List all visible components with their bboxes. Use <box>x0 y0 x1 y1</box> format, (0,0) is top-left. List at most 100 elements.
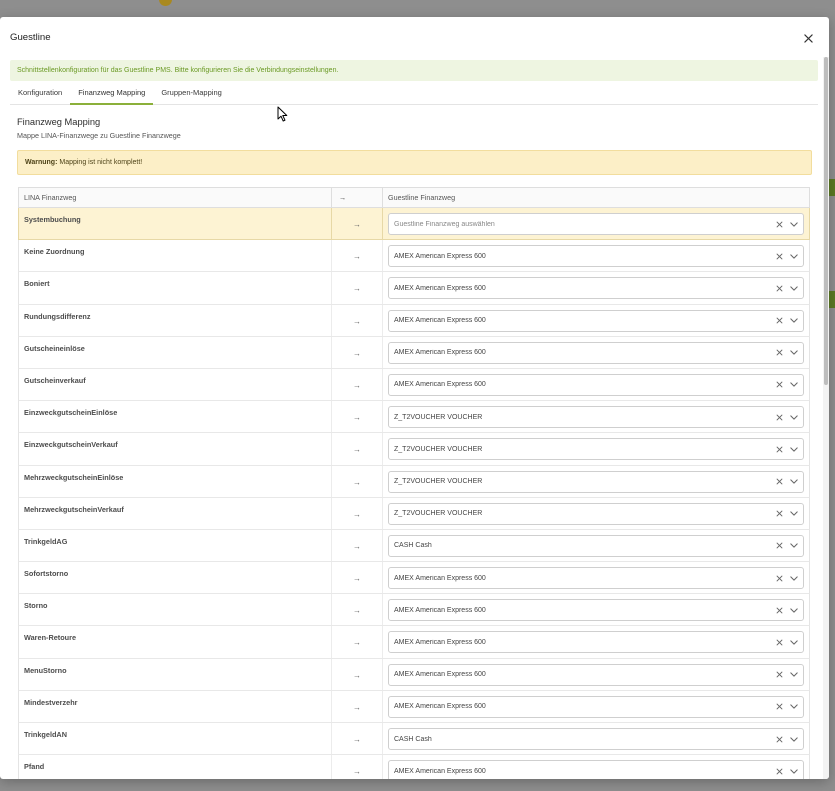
guestline-finanzweg-select[interactable]: AMEX American Express 600 <box>388 309 804 332</box>
chevron-down-icon[interactable] <box>789 316 798 325</box>
clear-icon[interactable] <box>775 606 784 615</box>
guestline-finanzweg-select[interactable]: CASH Cash <box>388 534 804 557</box>
guestline-finanzweg-select[interactable]: AMEX American Express 600 <box>388 631 804 654</box>
clear-icon[interactable] <box>775 735 784 744</box>
mapping-row: Storno → AMEX American Express 600 <box>18 594 810 627</box>
chevron-down-icon[interactable] <box>789 252 798 261</box>
clear-icon[interactable] <box>775 767 784 776</box>
tab-gruppen-mapping[interactable]: Gruppen-Mapping <box>153 83 229 105</box>
chevron-down-icon[interactable] <box>789 574 798 583</box>
mapping-row: Gutscheinverkauf → AMEX American Express 6… <box>18 368 810 402</box>
modal-scrollbar[interactable] <box>823 57 829 779</box>
clear-icon[interactable] <box>775 316 784 325</box>
lina-finanzweg-label: Boniert <box>24 279 50 289</box>
scrollbar-thumb[interactable] <box>824 57 828 385</box>
mapping-row: TrinkgeldAN → CASH Cash <box>18 723 810 756</box>
chevron-down-icon[interactable] <box>789 380 798 389</box>
lina-finanzweg-cell: MenuStorno <box>19 658 332 690</box>
tab-finanzweg-mapping[interactable]: Finanzweg Mapping <box>70 83 154 105</box>
chevron-down-icon[interactable] <box>789 702 798 711</box>
guestline-finanzweg-select[interactable]: Guestline Finanzweg auswählen <box>388 213 804 235</box>
guestline-finanzweg-cell: AMEX American Express 600 <box>383 659 809 690</box>
chevron-down-icon[interactable] <box>789 284 798 293</box>
column-header-lina-finanzweg: LINA Finanzweg <box>19 188 332 207</box>
lina-finanzweg-label: MenuStorno <box>24 665 67 675</box>
close-icon[interactable] <box>804 34 813 43</box>
chevron-down-icon[interactable] <box>789 413 798 422</box>
arrow-cell: → <box>332 433 383 465</box>
arrow-cell: → <box>332 529 383 562</box>
clear-icon[interactable] <box>775 477 784 486</box>
mapping-row: Boniert → AMEX American Express 600 <box>18 272 810 305</box>
selected-value: Z_T2VOUCHER VOUCHER <box>394 445 483 453</box>
chevron-down-icon[interactable] <box>789 477 798 486</box>
mapping-arrow: → <box>353 509 361 519</box>
guestline-finanzweg-select[interactable]: AMEX American Express 600 <box>388 277 804 300</box>
clear-icon[interactable] <box>775 445 784 454</box>
guestline-finanzweg-select[interactable]: AMEX American Express 600 <box>388 567 804 590</box>
tab-konfiguration[interactable]: Konfiguration <box>10 83 70 105</box>
guestline-finanzweg-select[interactable]: Z_T2VOUCHER VOUCHER <box>388 438 804 461</box>
mapping-arrow: → <box>353 413 361 423</box>
lina-finanzweg-cell: Storno <box>19 594 332 626</box>
arrow-cell: → <box>332 626 383 658</box>
guestline-finanzweg-select[interactable]: AMEX American Express 600 <box>388 245 804 268</box>
clear-icon[interactable] <box>775 380 784 389</box>
clear-icon[interactable] <box>775 220 784 229</box>
lina-finanzweg-label: TrinkgeldAN <box>24 730 67 739</box>
clear-icon[interactable] <box>775 509 784 518</box>
arrow-cell: → <box>332 755 383 779</box>
chevron-down-icon[interactable] <box>789 220 798 229</box>
chevron-down-icon[interactable] <box>789 445 798 454</box>
arrow-cell: → <box>332 304 383 336</box>
guestline-finanzweg-select[interactable]: AMEX American Express 600 <box>388 760 804 779</box>
clear-icon[interactable] <box>775 702 784 711</box>
guestline-finanzweg-cell: Guestline Finanzweg auswählen <box>383 208 809 239</box>
guestline-finanzweg-cell: Z_T2VOUCHER VOUCHER <box>383 433 809 464</box>
arrow-cell: → <box>332 723 383 755</box>
chevron-down-icon[interactable] <box>789 735 798 744</box>
guestline-finanzweg-select[interactable]: AMEX American Express 600 <box>388 341 804 364</box>
arrow-cell: → <box>332 465 383 497</box>
mapping-arrow: → <box>353 380 361 390</box>
guestline-finanzweg-select[interactable]: AMEX American Express 600 <box>388 663 804 686</box>
chevron-down-icon[interactable] <box>789 606 798 615</box>
background-green-block <box>829 179 835 196</box>
arrow-cell: → <box>332 401 383 433</box>
guestline-finanzweg-select[interactable]: AMEX American Express 600 <box>388 373 804 396</box>
guestline-finanzweg-cell: Z_T2VOUCHER VOUCHER <box>383 466 809 497</box>
clear-icon[interactable] <box>775 413 784 422</box>
chevron-down-icon[interactable] <box>789 638 798 647</box>
clear-icon[interactable] <box>775 638 784 647</box>
chevron-down-icon[interactable] <box>789 348 798 357</box>
tab-bar: Konfiguration Finanzweg Mapping Gruppen-… <box>10 83 818 105</box>
chevron-down-icon[interactable] <box>789 509 798 518</box>
clear-icon[interactable] <box>775 284 784 293</box>
guestline-finanzweg-select[interactable]: CASH Cash <box>388 728 804 750</box>
lina-finanzweg-cell: Gutscheinverkauf <box>19 368 332 401</box>
chevron-down-icon[interactable] <box>789 541 798 550</box>
guestline-finanzweg-cell: AMEX American Express 600 <box>383 562 809 593</box>
chevron-down-icon[interactable] <box>789 670 798 679</box>
info-alert: Schnittstellenkonfiguration für das Gues… <box>10 60 818 81</box>
lina-finanzweg-cell: Pfand <box>19 755 332 779</box>
column-header-arrow: → <box>332 188 383 207</box>
lina-finanzweg-cell: MehrzweckgutscheinVerkauf <box>19 497 332 529</box>
clear-icon[interactable] <box>775 541 784 550</box>
mapping-arrow: → <box>353 638 361 648</box>
lina-finanzweg-cell: Mindestverzehr <box>19 690 332 722</box>
mapping-table: LINA Finanzweg → Guestline Finanzweg Sys… <box>18 187 810 779</box>
clear-icon[interactable] <box>775 574 784 583</box>
selected-value: AMEX American Express 600 <box>394 703 486 711</box>
section-title: Finanzweg Mapping <box>17 117 101 127</box>
chevron-down-icon[interactable] <box>789 767 798 776</box>
guestline-finanzweg-select[interactable]: Z_T2VOUCHER VOUCHER <box>388 502 804 525</box>
guestline-finanzweg-select[interactable]: AMEX American Express 600 <box>388 695 804 718</box>
guestline-finanzweg-select[interactable]: Z_T2VOUCHER VOUCHER <box>388 470 804 493</box>
clear-icon[interactable] <box>775 670 784 679</box>
clear-icon[interactable] <box>775 348 784 357</box>
close-button[interactable] <box>802 32 815 45</box>
guestline-finanzweg-select[interactable]: Z_T2VOUCHER VOUCHER <box>388 406 804 429</box>
clear-icon[interactable] <box>775 252 784 261</box>
guestline-finanzweg-select[interactable]: AMEX American Express 600 <box>388 599 804 622</box>
